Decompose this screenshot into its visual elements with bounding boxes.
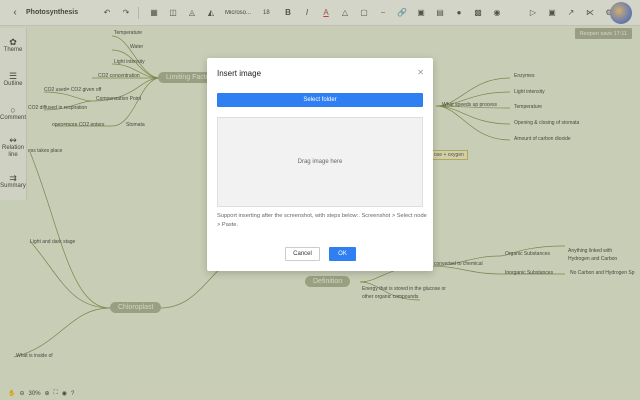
select-folder-button[interactable]: Select folder	[217, 93, 423, 107]
paste-hint: Support inserting after the screenshot, …	[217, 213, 427, 228]
insert-image-dialog: Insert image ✕ Select folder Drag image …	[207, 58, 433, 271]
drop-zone-text: Drag image here	[297, 159, 343, 165]
close-icon[interactable]: ✕	[417, 68, 424, 77]
image-drop-zone[interactable]: Drag image here	[217, 117, 423, 207]
cancel-button[interactable]: Cancel	[285, 247, 320, 261]
ok-button[interactable]: OK	[329, 247, 356, 261]
dialog-title: Insert image	[217, 69, 262, 78]
